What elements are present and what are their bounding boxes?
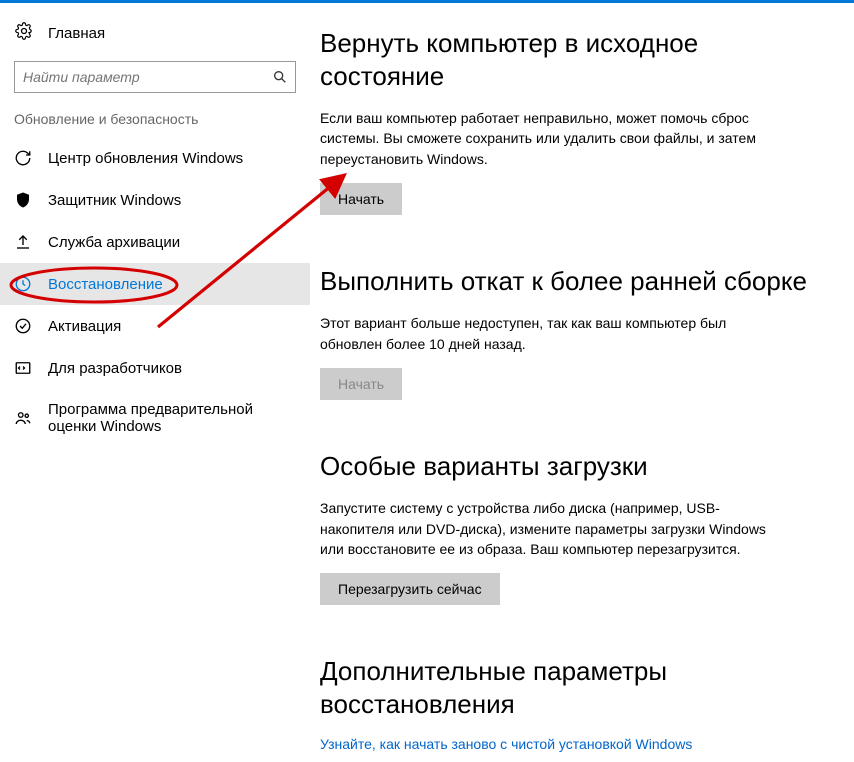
shield-icon xyxy=(14,191,32,209)
reset-title: Вернуть компьютер в исходное состояние xyxy=(320,27,818,92)
reset-body: Если ваш компьютер работает неправильно,… xyxy=(320,108,780,169)
settings-window: Главная Обновление и безопасность Центр … xyxy=(0,3,854,762)
nav-label: Для разработчиков xyxy=(48,360,182,377)
sidebar: Главная Обновление и безопасность Центр … xyxy=(0,3,310,762)
advanced-title: Особые варианты загрузки xyxy=(320,450,818,483)
nav-item-windows-update[interactable]: Центр обновления Windows xyxy=(0,137,310,179)
nav-item-developers[interactable]: Для разработчиков xyxy=(0,347,310,389)
nav-item-defender[interactable]: Защитник Windows xyxy=(0,179,310,221)
nav-item-recovery[interactable]: Восстановление xyxy=(0,263,310,305)
rollback-title: Выполнить откат к более ранней сборке xyxy=(320,265,818,298)
nav-item-activation[interactable]: Активация xyxy=(0,305,310,347)
search-container xyxy=(14,61,296,93)
rollback-body: Этот вариант больше недоступен, так как … xyxy=(320,313,780,354)
code-icon xyxy=(14,359,32,377)
reset-start-button[interactable]: Начать xyxy=(320,183,402,215)
history-icon xyxy=(14,275,32,293)
check-circle-icon xyxy=(14,317,32,335)
content-pane: Вернуть компьютер в исходное состояние Е… xyxy=(310,3,854,762)
nav-label: Программа предварительной оценки Windows xyxy=(48,401,278,435)
nav-label: Восстановление xyxy=(48,276,163,293)
search-icon xyxy=(272,69,288,85)
rollback-start-button: Начать xyxy=(320,368,402,400)
advanced-body: Запустите систему с устройства либо диск… xyxy=(320,498,780,559)
fresh-start-link[interactable]: Узнайте, как начать заново с чистой уста… xyxy=(320,736,692,752)
nav-label: Защитник Windows xyxy=(48,192,181,209)
upload-icon xyxy=(14,233,32,251)
gear-icon xyxy=(14,21,34,45)
nav-label: Центр обновления Windows xyxy=(48,150,243,167)
home-label: Главная xyxy=(48,25,105,42)
nav-list: Центр обновления Windows Защитник Window… xyxy=(0,137,310,447)
search-input[interactable] xyxy=(14,61,296,93)
nav-item-backup[interactable]: Служба архивации xyxy=(0,221,310,263)
nav-label: Служба архивации xyxy=(48,234,180,251)
sync-icon xyxy=(14,149,32,167)
nav-label: Активация xyxy=(48,318,121,335)
people-icon xyxy=(14,409,32,427)
home-link[interactable]: Главная xyxy=(0,17,310,61)
nav-item-insider[interactable]: Программа предварительной оценки Windows xyxy=(0,389,310,447)
restart-now-button[interactable]: Перезагрузить сейчас xyxy=(320,573,500,605)
sidebar-section-header: Обновление и безопасность xyxy=(0,111,310,137)
more-title: Дополнительные параметры восстановления xyxy=(320,655,818,720)
